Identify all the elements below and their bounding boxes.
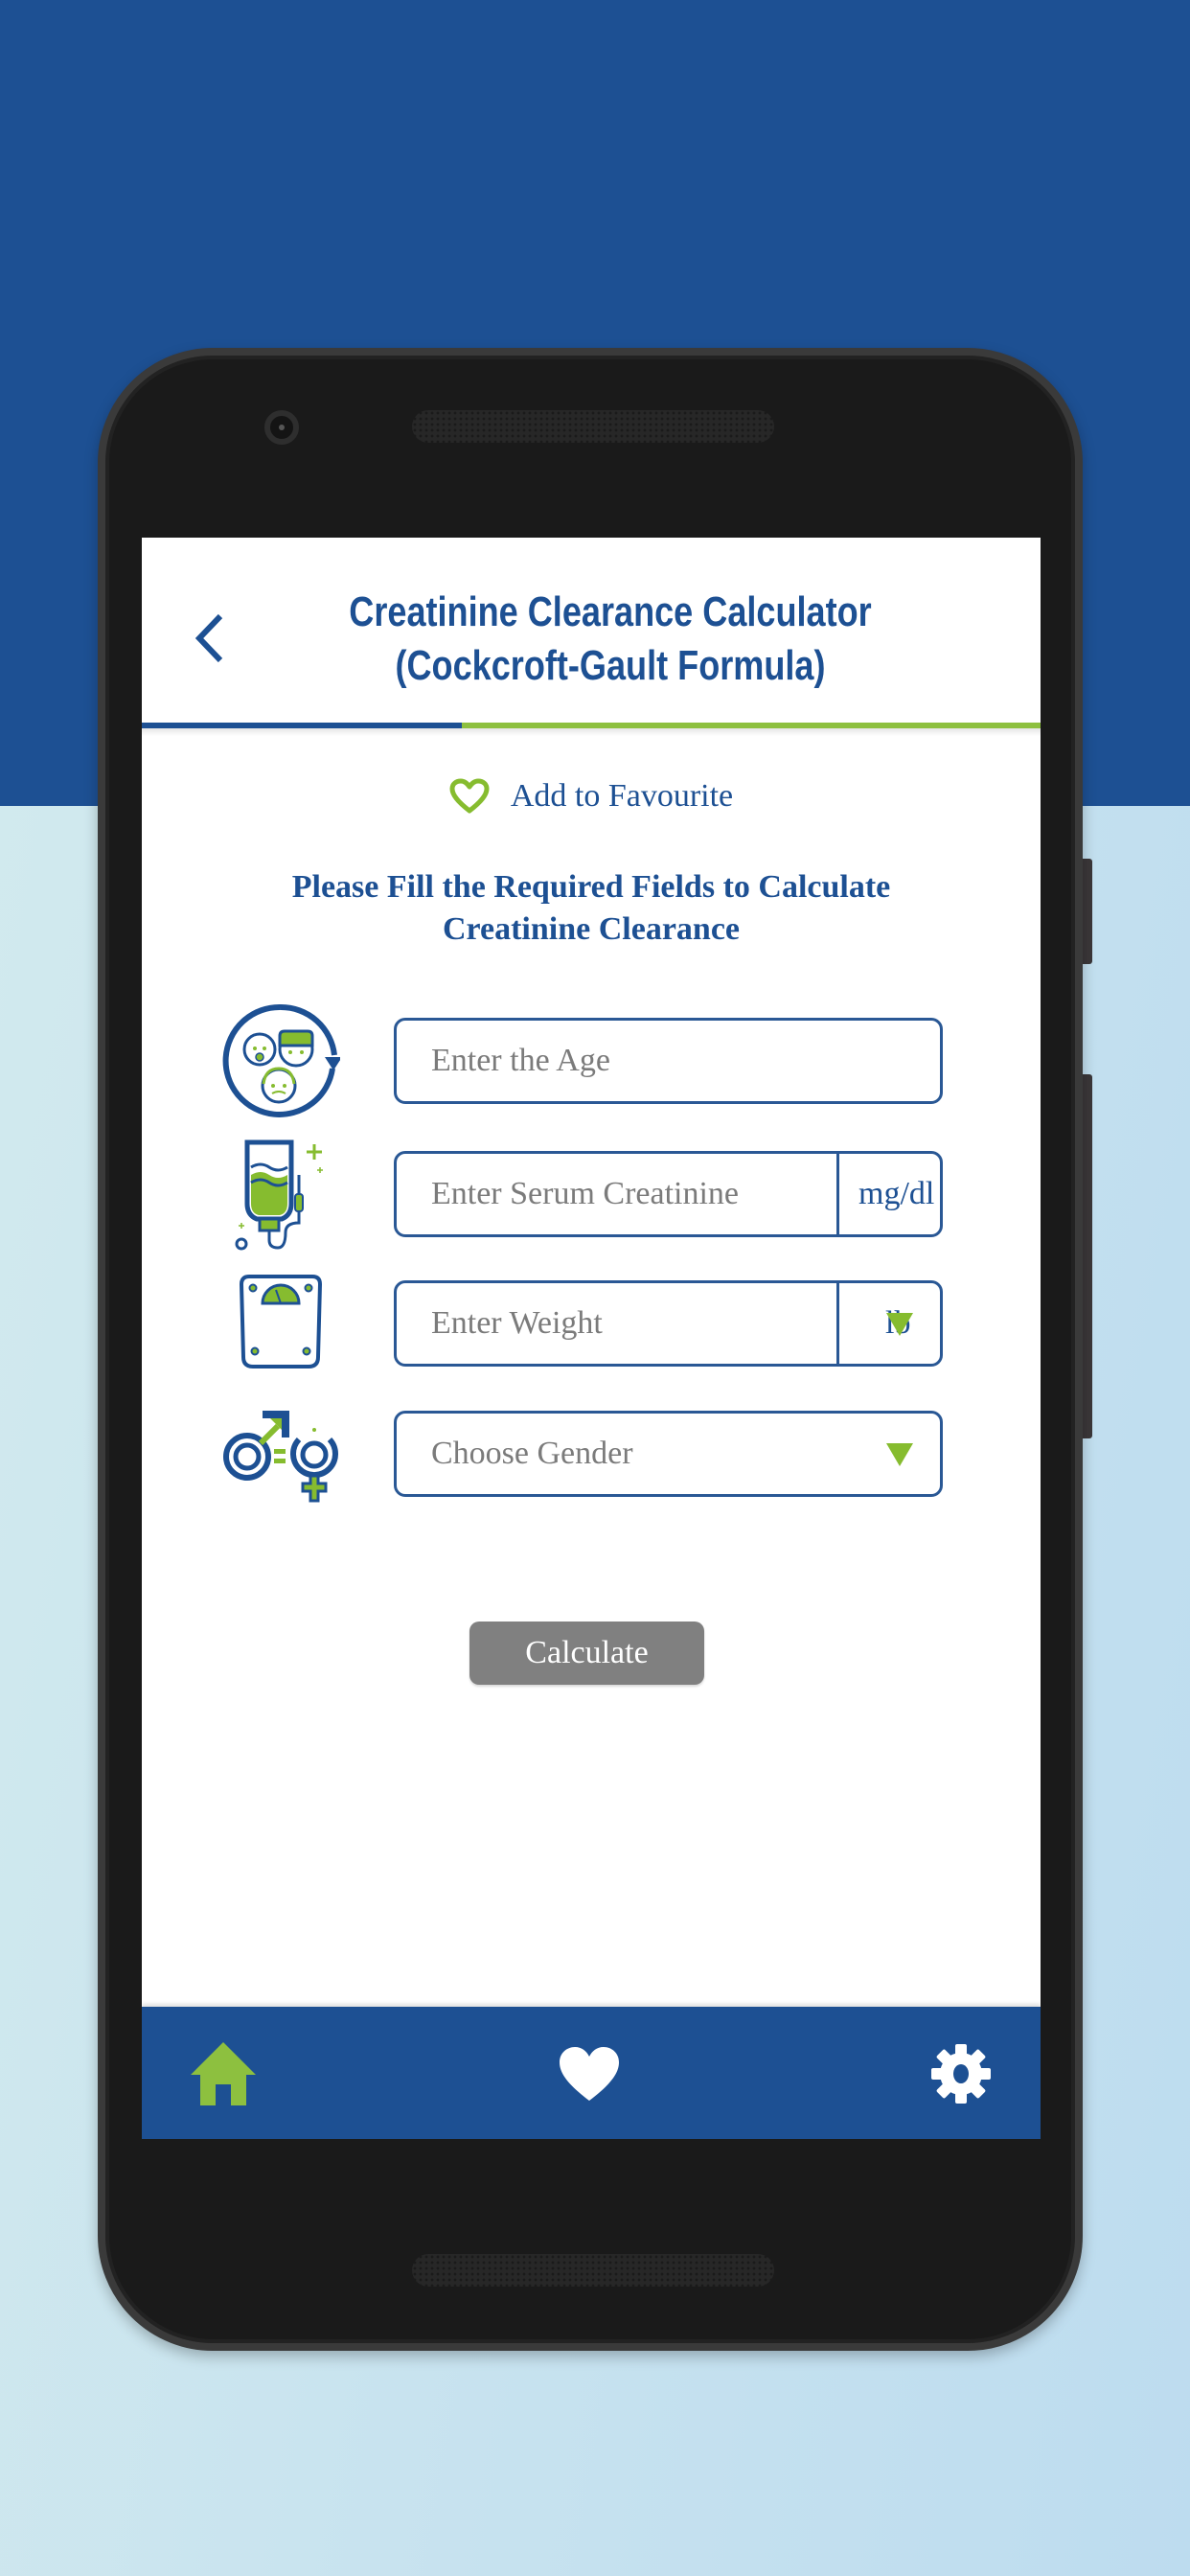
bottom-speaker xyxy=(412,2254,774,2287)
nav-favourites[interactable] xyxy=(551,2036,628,2112)
page-title: Creatinine Clearance Calculator (Cockcro… xyxy=(305,586,916,693)
home-icon xyxy=(191,2042,256,2105)
weight-unit-dropdown[interactable]: lb xyxy=(836,1283,940,1364)
calculate-button[interactable]: Calculate xyxy=(469,1622,704,1685)
age-field[interactable] xyxy=(394,1018,943,1104)
front-camera xyxy=(264,410,299,445)
heart-outline-icon xyxy=(449,778,490,814)
gender-placeholder: Choose Gender xyxy=(431,1436,633,1471)
app-screen: Creatinine Clearance Calculator (Cockcro… xyxy=(142,538,1041,2139)
iv-bag-icon xyxy=(218,1137,343,1252)
chevron-left-icon xyxy=(195,613,223,663)
weighing-scale-icon xyxy=(218,1266,343,1381)
bottom-nav xyxy=(142,2007,1041,2139)
nav-home[interactable] xyxy=(185,2036,262,2112)
gear-icon xyxy=(931,2044,991,2104)
age-cycle-icon xyxy=(218,1003,343,1118)
title-line-2: (Cockcroft-Gault Formula) xyxy=(395,642,826,689)
gender-row: Choose Gender xyxy=(142,1411,1041,1503)
weight-input[interactable] xyxy=(397,1283,836,1364)
title-line-1: Creatinine Clearance Calculator xyxy=(349,588,872,635)
instructions-text: Please Fill the Required Fields to Calcu… xyxy=(180,866,1002,951)
gender-icon xyxy=(218,1396,343,1511)
dropdown-arrow-icon xyxy=(886,1443,913,1466)
dropdown-arrow-icon xyxy=(886,1313,913,1336)
back-button[interactable] xyxy=(186,605,234,672)
serum-creatinine-unit-label: mg/dl xyxy=(858,1176,935,1211)
app-header: Creatinine Clearance Calculator (Cockcro… xyxy=(142,538,1041,736)
header-shadow xyxy=(142,728,1041,736)
gender-dropdown[interactable]: Choose Gender xyxy=(394,1411,943,1497)
age-row xyxy=(142,1003,1041,1117)
age-input[interactable] xyxy=(397,1021,940,1101)
earpiece-speaker xyxy=(412,410,774,443)
serum-creatinine-field[interactable]: mg/dl xyxy=(394,1151,943,1237)
nav-settings[interactable] xyxy=(923,2036,999,2112)
serum-creatinine-unit: mg/dl xyxy=(836,1154,940,1234)
weight-row: lb xyxy=(142,1275,1041,1368)
instructions-line-1: Please Fill the Required Fields to Calcu… xyxy=(291,869,891,905)
instructions-line-2: Creatinine Clearance xyxy=(442,911,741,947)
serum-creatinine-row: mg/dl xyxy=(142,1139,1041,1251)
add-to-favourite-button[interactable]: Add to Favourite xyxy=(142,772,1041,820)
weight-field[interactable]: lb xyxy=(394,1280,943,1367)
heart-icon xyxy=(560,2047,619,2101)
add-to-favourite-label: Add to Favourite xyxy=(510,778,734,814)
serum-creatinine-input[interactable] xyxy=(397,1154,836,1234)
